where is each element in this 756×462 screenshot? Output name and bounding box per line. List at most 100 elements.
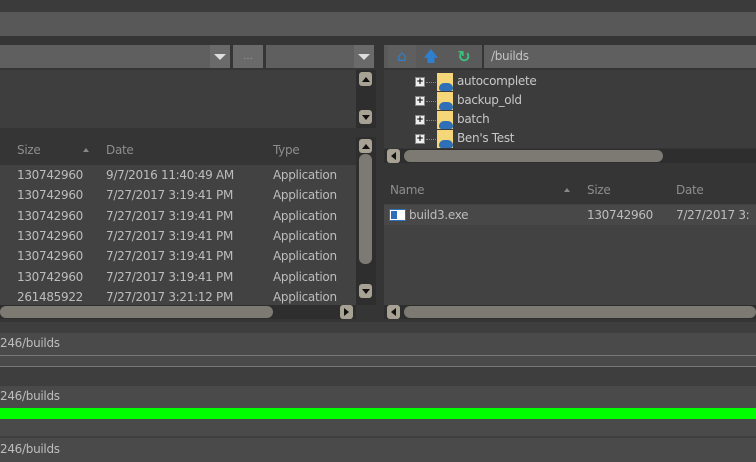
- scroll-left-button[interactable]: [387, 149, 400, 163]
- cloud-folder-icon: [437, 111, 453, 129]
- browse-button[interactable]: ...: [233, 45, 263, 68]
- tree-node[interactable]: + backup_old: [384, 91, 756, 110]
- tree-node-label: batch: [457, 112, 490, 126]
- scroll-thumb[interactable]: [404, 150, 663, 162]
- file-size: 130742960: [17, 188, 84, 203]
- file-row[interactable]: 261485922 7/27/2017 3:21:12 PM Application: [0, 287, 356, 305]
- transfer-item[interactable]: 246/builds: [0, 333, 756, 355]
- file-type: Application: [273, 168, 337, 182]
- cloud-folder-icon: [437, 92, 453, 110]
- progress-track: [0, 356, 756, 366]
- column-date[interactable]: Date: [676, 183, 704, 197]
- file-row[interactable]: 130742960 7/27/2017 3:19:41 PM Application: [0, 226, 356, 246]
- drive-combo[interactable]: [266, 45, 354, 68]
- sort-asc-icon: [564, 188, 570, 192]
- transfer-path: 246/builds: [0, 442, 60, 456]
- scroll-up-button[interactable]: [359, 72, 372, 86]
- expand-icon[interactable]: +: [415, 115, 425, 125]
- cloud-folder-icon: [437, 73, 453, 91]
- remote-tree-hscrollbar[interactable]: [384, 149, 756, 163]
- file-row[interactable]: build3.exe 130742960 7/27/2017 3:: [384, 205, 756, 225]
- file-type: Application: [273, 249, 337, 264]
- remote-toolbar: ⌂ 🡅 ↻: [384, 45, 482, 68]
- column-size[interactable]: Size: [17, 143, 41, 157]
- refresh-icon[interactable]: ↻: [452, 45, 476, 68]
- expand-icon[interactable]: +: [415, 96, 425, 106]
- local-path-dropdown[interactable]: [210, 45, 230, 68]
- file-name: build3.exe: [409, 208, 469, 222]
- progress-bar: [0, 408, 756, 419]
- transfer-path: 246/builds: [0, 389, 60, 403]
- file-type: Application: [273, 208, 337, 223]
- cloud-folder-icon: [437, 130, 453, 148]
- file-row[interactable]: 130742960 7/27/2017 3:19:41 PM Application: [0, 267, 356, 287]
- transfer-item[interactable]: 246/builds: [0, 438, 756, 462]
- drive-dropdown[interactable]: [354, 45, 374, 68]
- file-type: Application: [273, 188, 337, 203]
- tree-node[interactable]: + Ben's Test: [384, 129, 756, 148]
- local-list-header: Size Date Type: [0, 137, 356, 163]
- file-size: 130742960: [17, 208, 84, 223]
- up-folder-icon[interactable]: 🡅: [419, 45, 443, 68]
- home-icon[interactable]: ⌂: [388, 45, 416, 68]
- file-size: 130742960: [17, 168, 84, 182]
- scroll-down-button[interactable]: [359, 110, 372, 124]
- transfer-queue: 246/builds 246/builds 246/builds: [0, 322, 756, 462]
- chevron-down-icon: [358, 53, 370, 60]
- file-date: 7/27/2017 3:19:41 PM: [106, 188, 234, 203]
- scroll-up-button[interactable]: [359, 139, 372, 153]
- file-date: 7/27/2017 3:21:12 PM: [106, 289, 234, 304]
- remote-list-header: Name Size Date: [384, 177, 756, 203]
- tree-node-label: autocomplete: [457, 74, 537, 88]
- file-date: 7/27/2017 3:: [676, 208, 750, 222]
- remote-tree: + autocomplete + backup_old + batch + Ben's…: [384, 70, 756, 148]
- tree-node-label: backup_old: [457, 93, 522, 107]
- file-size: 130742960: [17, 228, 84, 243]
- remote-path-field[interactable]: /builds: [484, 45, 756, 68]
- file-type: Application: [273, 269, 337, 284]
- transfer-path: 246/builds: [0, 336, 60, 350]
- local-list-vscrollbar[interactable]: [356, 137, 376, 305]
- exe-file-icon: [389, 209, 406, 221]
- transfer-item[interactable]: 246/builds: [0, 386, 756, 408]
- scroll-thumb[interactable]: [404, 306, 756, 318]
- file-row[interactable]: 130742960 7/27/2017 3:19:41 PM Application: [0, 185, 356, 205]
- local-path-combo[interactable]: [0, 45, 210, 68]
- file-date: 7/27/2017 3:19:41 PM: [106, 228, 234, 243]
- tree-node-label: Ben's Test: [457, 131, 515, 145]
- tree-node[interactable]: + batch: [384, 110, 756, 129]
- chevron-down-icon: [214, 53, 226, 60]
- remote-list-hscrollbar[interactable]: [384, 305, 756, 319]
- file-size: 130742960: [587, 208, 654, 222]
- title-bar: [0, 0, 756, 12]
- file-date: 7/27/2017 3:19:41 PM: [106, 269, 234, 284]
- column-type[interactable]: Type: [273, 143, 300, 157]
- expand-icon[interactable]: +: [415, 77, 425, 87]
- local-tree-scrollbar[interactable]: [356, 70, 376, 128]
- scroll-down-button[interactable]: [359, 284, 372, 298]
- remote-file-list: build3.exe 130742960 7/27/2017 3:: [384, 204, 756, 305]
- file-row[interactable]: 130742960 9/7/2016 11:40:49 AM Application: [0, 165, 356, 185]
- local-file-list: 130742960 9/7/2016 11:40:49 AM Application…: [0, 165, 356, 305]
- sort-asc-icon: [83, 148, 89, 152]
- expand-icon[interactable]: +: [415, 134, 425, 144]
- scroll-right-button[interactable]: [340, 305, 353, 319]
- file-type: Application: [273, 289, 337, 304]
- local-list-hscrollbar[interactable]: [0, 305, 356, 319]
- remote-path-text: /builds: [491, 49, 529, 63]
- file-date: 9/7/2016 11:40:49 AM: [106, 168, 234, 182]
- file-row[interactable]: 130742960 7/27/2017 3:19:41 PM Application: [0, 206, 356, 226]
- local-tree[interactable]: [0, 70, 356, 128]
- file-date: 7/27/2017 3:19:41 PM: [106, 249, 234, 264]
- file-size: 130742960: [17, 269, 84, 284]
- scroll-thumb[interactable]: [0, 306, 273, 318]
- scroll-thumb[interactable]: [359, 154, 372, 264]
- scroll-left-button[interactable]: [387, 305, 400, 319]
- column-size[interactable]: Size: [587, 183, 611, 197]
- file-size: 130742960: [17, 249, 84, 264]
- column-date[interactable]: Date: [106, 143, 134, 157]
- tree-node[interactable]: + autocomplete: [384, 72, 756, 91]
- column-name[interactable]: Name: [390, 183, 425, 197]
- file-row[interactable]: 130742960 7/27/2017 3:19:41 PM Application: [0, 246, 356, 266]
- menu-bar: [0, 12, 756, 36]
